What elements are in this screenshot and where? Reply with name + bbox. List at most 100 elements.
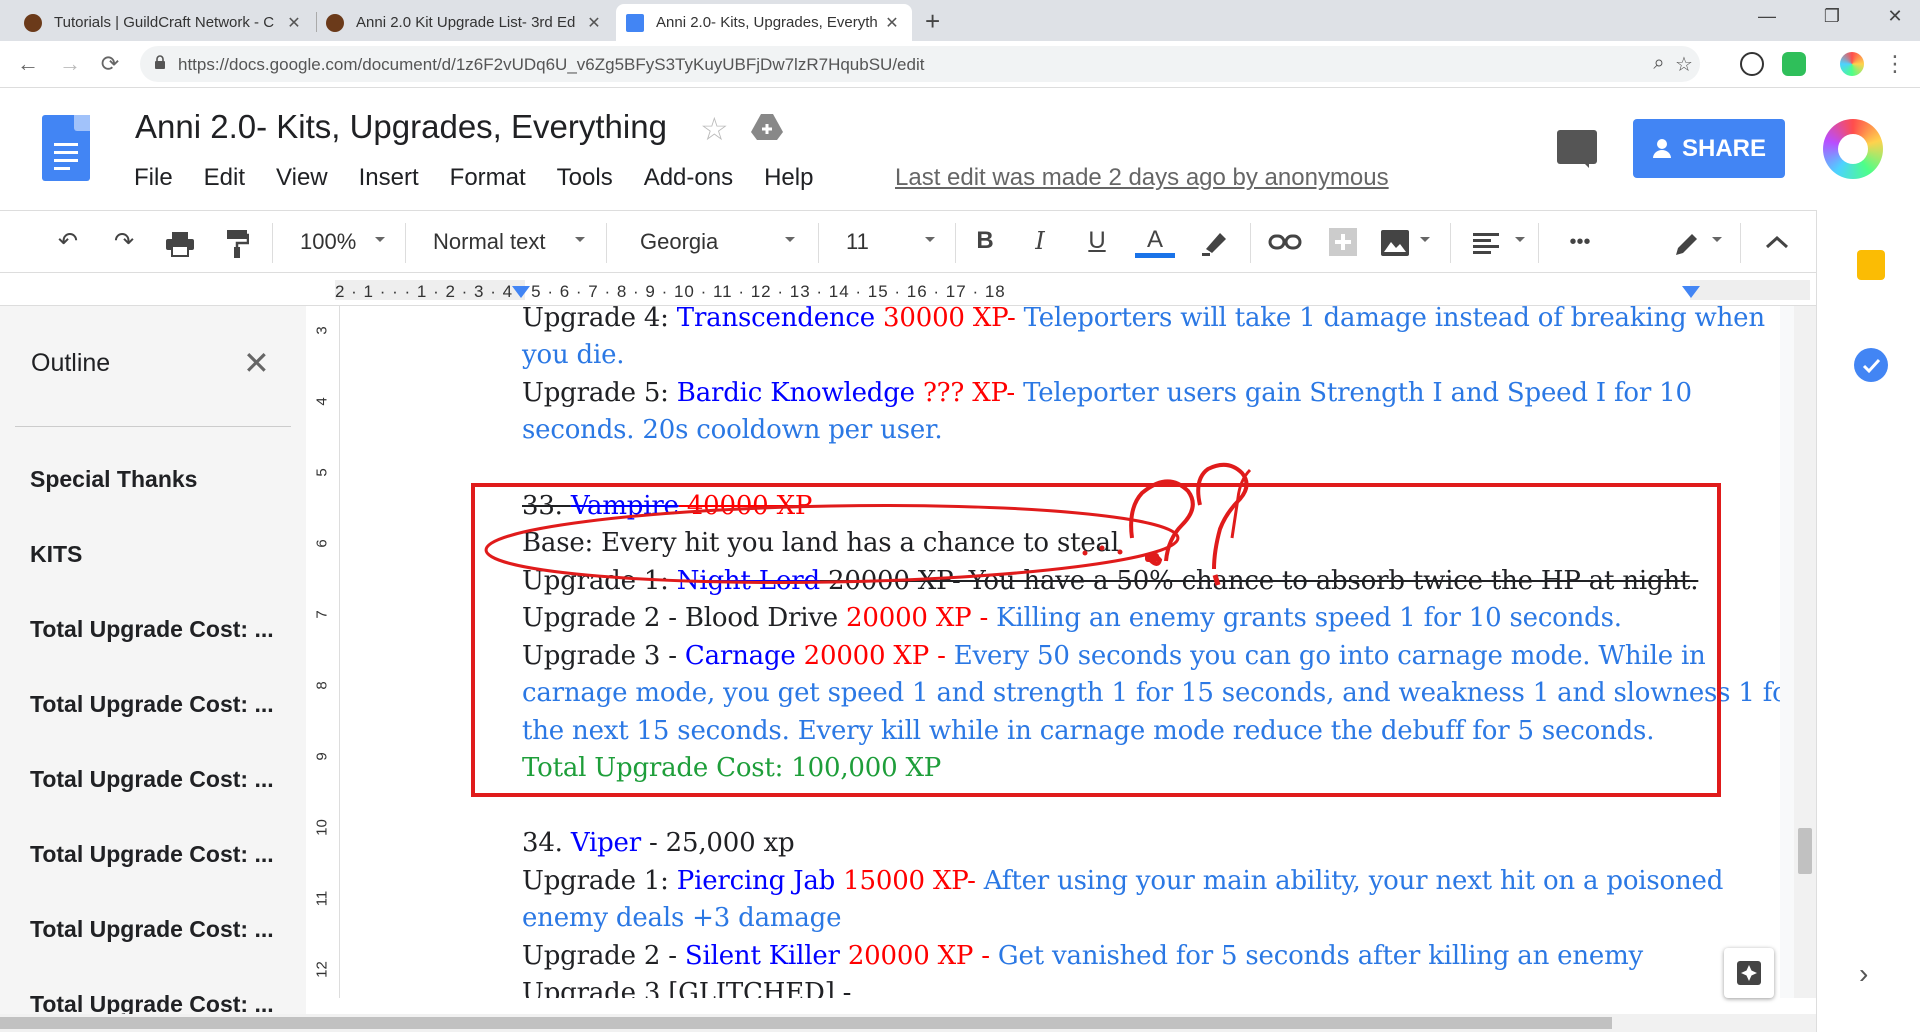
menu-edit[interactable]: Edit bbox=[204, 164, 245, 194]
print-icon[interactable] bbox=[165, 231, 195, 257]
shield-extension-icon[interactable] bbox=[1782, 52, 1806, 76]
paint-format-icon[interactable] bbox=[225, 229, 249, 259]
font-size-select[interactable]: 11 bbox=[846, 229, 869, 255]
bookmark-star-icon[interactable]: ☆ bbox=[1670, 52, 1698, 77]
document-title[interactable]: Anni 2.0- Kits, Upgrades, Everything bbox=[135, 108, 667, 146]
menu-addons[interactable]: Add-ons bbox=[644, 164, 733, 194]
align-left-icon[interactable] bbox=[1473, 233, 1499, 255]
menu-tools[interactable]: Tools bbox=[557, 164, 613, 194]
chevron-down-icon bbox=[1515, 237, 1525, 242]
vruler-number: 11 bbox=[313, 890, 331, 907]
vruler-number: 3 bbox=[313, 326, 331, 335]
restore-button[interactable]: ❐ bbox=[1817, 6, 1847, 27]
menu-file[interactable]: File bbox=[134, 164, 173, 194]
close-tab-icon[interactable]: ✕ bbox=[284, 13, 304, 33]
text-color-button[interactable]: A bbox=[1135, 227, 1175, 258]
close-tab-icon[interactable]: ✕ bbox=[882, 13, 902, 33]
docs-toolbar: ↶ ↷ 100% Normal text Georgia 11 B I U A … bbox=[0, 210, 1816, 273]
menu-view[interactable]: View bbox=[276, 164, 328, 194]
last-edit-link[interactable]: Last edit was made 2 days ago by anonymo… bbox=[895, 164, 1389, 192]
outline-title: Outline bbox=[31, 349, 111, 377]
new-tab-button[interactable]: + bbox=[925, 6, 940, 37]
chevron-down-icon bbox=[785, 237, 795, 242]
editing-mode-pencil-icon[interactable] bbox=[1672, 229, 1702, 259]
vruler-number: 8 bbox=[313, 681, 331, 690]
chevron-down-icon bbox=[1420, 237, 1430, 242]
outline-divider bbox=[15, 426, 291, 427]
google-docs-logo-icon[interactable] bbox=[42, 115, 90, 181]
browser-tab-active-doc[interactable]: Anni 2.0- Kits, Upgrades, Everyth ✕ bbox=[616, 4, 912, 41]
horizontal-ruler[interactable]: 2 · 1 · · · 1 · 2 · 3 · 4 · 5 · 6 · 7 · … bbox=[0, 274, 1816, 306]
italic-button[interactable]: I bbox=[1025, 227, 1055, 255]
zoom-select[interactable]: 100% bbox=[300, 229, 356, 255]
more-options-button[interactable]: ••• bbox=[1555, 231, 1605, 254]
browser-tab-tutorials[interactable]: Tutorials | GuildCraft Network - C ✕ bbox=[14, 4, 314, 41]
menu-insert[interactable]: Insert bbox=[359, 164, 419, 194]
guildcraft-favicon-icon bbox=[24, 13, 42, 32]
style-select[interactable]: Normal text bbox=[433, 229, 545, 255]
underline-button[interactable]: U bbox=[1082, 227, 1112, 255]
download-extension-icon[interactable] bbox=[1740, 52, 1764, 76]
bold-button[interactable]: B bbox=[970, 227, 1000, 255]
tab-title: Anni 2.0 Kit Upgrade List- 3rd Ed bbox=[356, 14, 576, 31]
docs-favicon-icon bbox=[626, 13, 644, 32]
undo-icon[interactable]: ↶ bbox=[50, 227, 86, 256]
right-indent-marker[interactable] bbox=[1682, 286, 1700, 298]
font-select[interactable]: Georgia bbox=[640, 229, 718, 255]
insert-image-icon[interactable] bbox=[1380, 229, 1410, 257]
browser-tab-kit-upgrade-list[interactable]: Anni 2.0 Kit Upgrade List- 3rd Ed ✕ bbox=[316, 4, 614, 41]
share-button[interactable]: SHARE bbox=[1633, 119, 1785, 178]
outline-item[interactable]: Total Upgrade Cost: ... bbox=[30, 841, 274, 868]
profile-avatar-icon[interactable] bbox=[1840, 52, 1864, 76]
forward-button[interactable]: → bbox=[55, 51, 85, 77]
menu-help[interactable]: Help bbox=[764, 164, 813, 194]
outline-item[interactable]: Total Upgrade Cost: ... bbox=[30, 691, 274, 718]
left-indent-marker[interactable] bbox=[512, 286, 530, 298]
keep-lightbulb-icon[interactable] bbox=[1857, 250, 1885, 280]
scrollbar-thumb[interactable] bbox=[1798, 828, 1812, 874]
share-label: SHARE bbox=[1681, 134, 1766, 162]
vruler-number: 6 bbox=[313, 539, 331, 548]
document-page[interactable]: Upgrade 4: Transcendence 30000 XP- Telep… bbox=[340, 306, 1780, 998]
close-window-button[interactable]: ✕ bbox=[1880, 6, 1910, 27]
link-icon[interactable] bbox=[1268, 233, 1302, 251]
person-icon bbox=[1652, 138, 1671, 158]
star-icon[interactable]: ☆ bbox=[700, 110, 729, 148]
explore-button[interactable] bbox=[1724, 948, 1774, 998]
comments-icon[interactable] bbox=[1557, 130, 1597, 168]
browser-tab-strip: Tutorials | GuildCraft Network - C ✕ Ann… bbox=[0, 0, 1920, 41]
move-to-folder-icon[interactable] bbox=[750, 112, 784, 142]
tasks-check-icon[interactable] bbox=[1854, 348, 1888, 382]
outline-item[interactable]: Total Upgrade Cost: ... bbox=[30, 766, 274, 793]
outline-item[interactable]: Total Upgrade Cost: ... bbox=[30, 616, 274, 643]
address-bar[interactable]: https://docs.google.com/document/d/1z6F2… bbox=[140, 46, 1700, 82]
close-tab-icon[interactable]: ✕ bbox=[584, 13, 604, 33]
horizontal-scrollbar[interactable] bbox=[0, 1014, 1816, 1032]
expand-side-panel-chevron-icon[interactable]: › bbox=[1859, 958, 1868, 990]
url-text[interactable]: https://docs.google.com/document/d/1z6F2… bbox=[178, 55, 924, 75]
account-avatar[interactable] bbox=[1823, 119, 1883, 179]
annotation-scribble bbox=[484, 462, 1252, 586]
collapse-menu-chevron-up-icon[interactable] bbox=[1765, 235, 1789, 249]
outline-item[interactable]: Special Thanks bbox=[30, 466, 197, 493]
vertical-scrollbar[interactable] bbox=[1794, 306, 1816, 998]
chevron-down-icon bbox=[925, 237, 935, 242]
close-outline-button[interactable]: ✕ bbox=[243, 344, 270, 382]
back-button[interactable]: ← bbox=[13, 51, 43, 77]
highlight-pen-icon[interactable] bbox=[1200, 227, 1230, 257]
menu-format[interactable]: Format bbox=[450, 164, 526, 194]
minimize-button[interactable]: — bbox=[1752, 6, 1782, 27]
zoom-icon[interactable]: ⌕ bbox=[1645, 52, 1673, 75]
redo-icon[interactable]: ↷ bbox=[106, 227, 142, 256]
vertical-ruler[interactable]: 3 4 5 6 7 8 9 10 11 12 bbox=[306, 306, 340, 998]
reload-button[interactable]: ⟳ bbox=[95, 51, 125, 77]
outline-item[interactable]: Total Upgrade Cost: ... bbox=[30, 916, 274, 943]
outline-item[interactable]: KITS bbox=[30, 541, 82, 568]
vruler-number: 7 bbox=[313, 610, 331, 619]
add-comment-icon[interactable] bbox=[1328, 227, 1358, 257]
browser-menu-icon[interactable]: ⋮ bbox=[1880, 51, 1910, 77]
scrollbar-thumb[interactable] bbox=[0, 1017, 1612, 1029]
vruler-number: 4 bbox=[313, 397, 331, 406]
lock-icon bbox=[155, 55, 165, 69]
document-outline-panel: Outline ✕ Special Thanks KITS Total Upgr… bbox=[0, 306, 306, 1032]
